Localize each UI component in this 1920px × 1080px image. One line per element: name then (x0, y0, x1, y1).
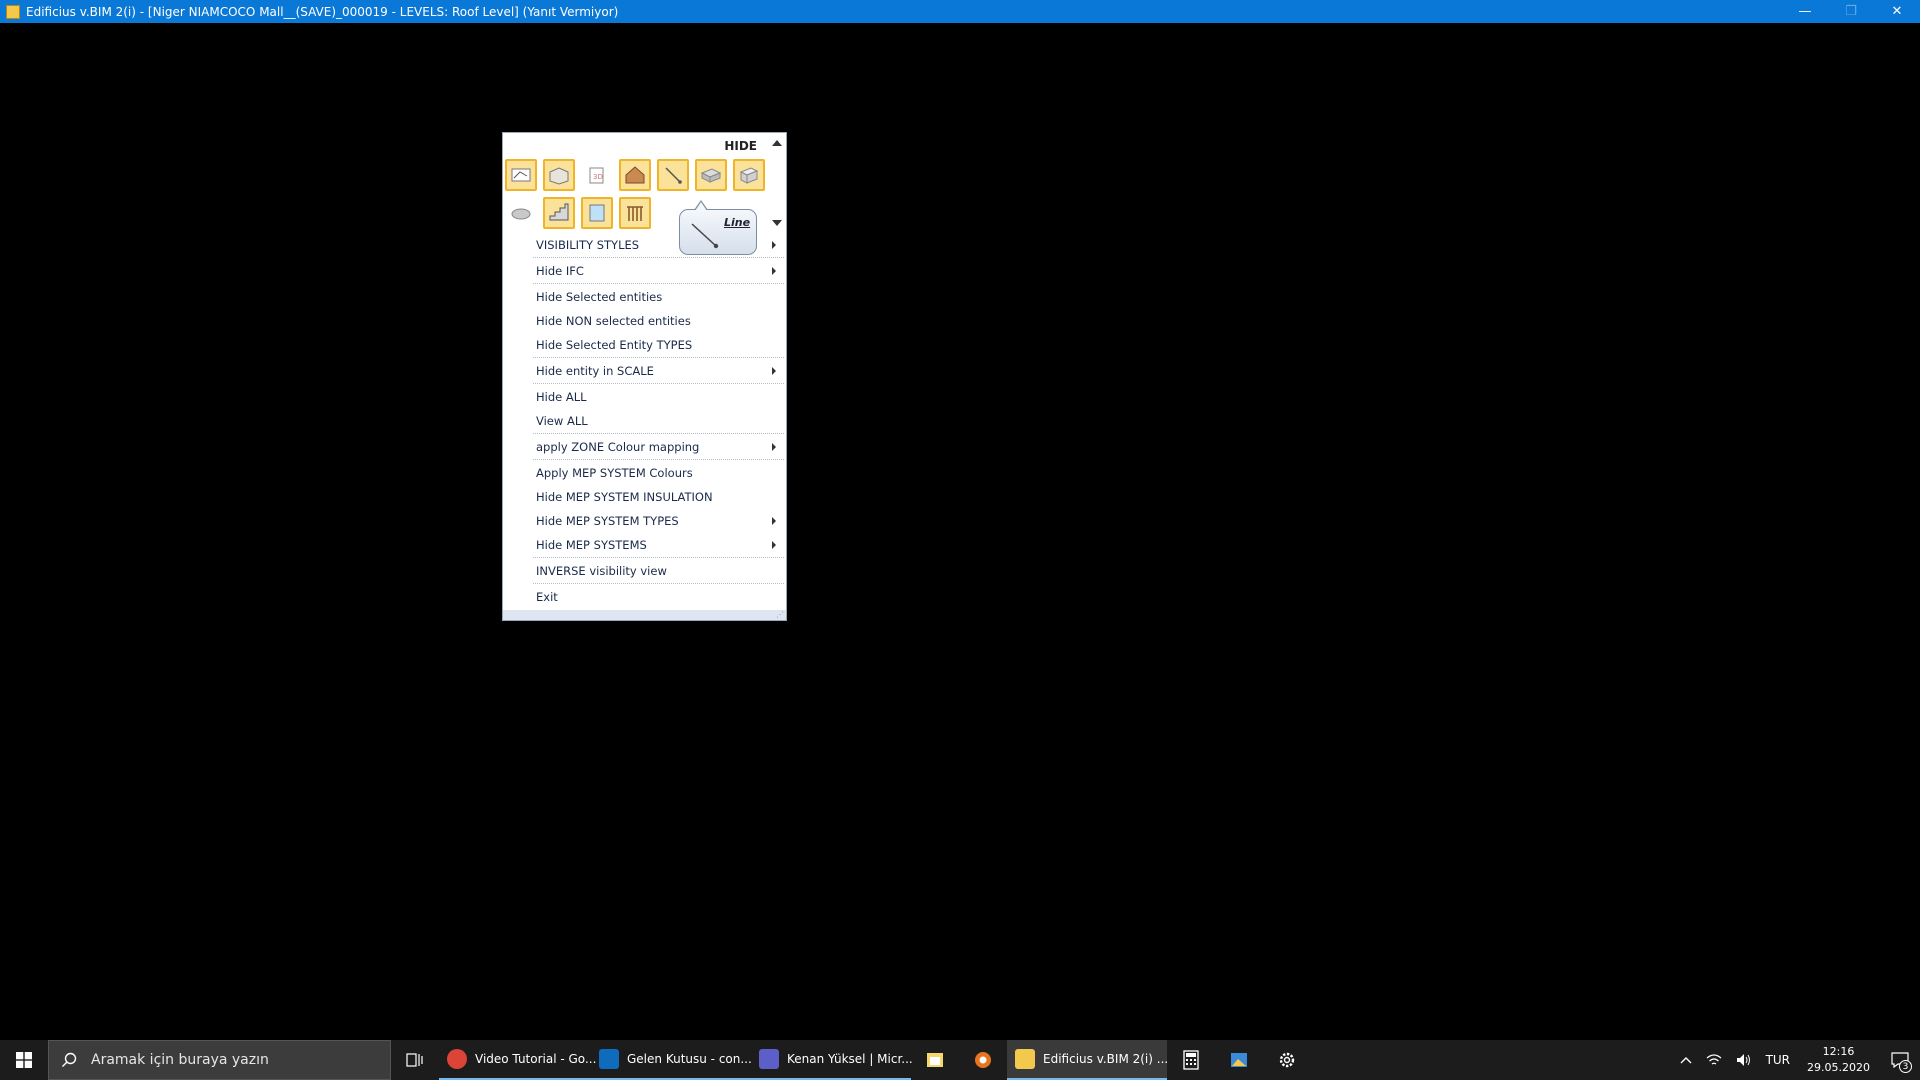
menu-item-hide-ifc[interactable]: Hide IFC (503, 259, 786, 283)
menu-title: HIDE (724, 139, 757, 153)
outlook-icon (599, 1049, 619, 1069)
hide-slab-button[interactable] (695, 159, 727, 191)
line-button[interactable] (657, 159, 689, 191)
clock-time: 12:16 (1822, 1045, 1855, 1058)
taskbar-app-teams[interactable]: Kenan Yüksel | Micr... (751, 1040, 913, 1080)
hide-roof-button[interactable] (619, 159, 651, 191)
taskbar-photos[interactable] (1215, 1040, 1263, 1080)
svg-text:3D: 3D (593, 173, 603, 181)
hide-stair-icon (549, 203, 569, 221)
close-button[interactable]: ✕ (1874, 0, 1920, 23)
taskbar-search[interactable]: Aramak için buraya yazın (48, 1040, 391, 1080)
taskbar-app-label: Gelen Kutusu - con... (627, 1052, 752, 1066)
hide-roof-icon (625, 166, 645, 184)
hide-wall-icon (739, 167, 759, 184)
window-title-bar: Edificius v.BIM 2(i) - [Niger NIAMCOCO M… (0, 0, 1920, 23)
hide-slab-icon (700, 168, 722, 183)
taskbar-pinned-app[interactable] (959, 1040, 1007, 1080)
menu-item-zone-colour-mapping[interactable]: apply ZONE Colour mapping (503, 435, 786, 459)
taskbar: Aramak için buraya yazın Video Tutorial … (0, 1040, 1920, 1080)
volume-icon[interactable] (1729, 1053, 1759, 1067)
windows-logo-icon (16, 1052, 32, 1068)
network-icon[interactable] (1699, 1053, 1729, 1067)
hide-stair-button[interactable] (543, 197, 575, 229)
hide-menu-panel: HIDE 3D Line VISIBILITY STYLES Hide IFC … (502, 132, 787, 621)
taskbar-app-outlook[interactable]: Gelen Kutusu - con... (591, 1040, 752, 1080)
hide-3d-icon: 3D (589, 167, 604, 184)
app-icon (6, 4, 20, 19)
hide-2d-icon (511, 168, 531, 182)
restore-button[interactable]: ❐ (1828, 0, 1874, 23)
edificius-icon (1015, 1049, 1035, 1069)
menu-item-hide-non-selected-entities[interactable]: Hide NON selected entities (503, 309, 786, 333)
hide-railing-button[interactable] (619, 197, 651, 229)
menu-item-hide-mep-system-types[interactable]: Hide MEP SYSTEM TYPES (503, 509, 786, 533)
calculator-icon (1183, 1050, 1199, 1070)
start-button[interactable] (0, 1040, 48, 1080)
search-placeholder: Aramak için buraya yazın (91, 1052, 269, 1068)
hide-cloud-button[interactable] (505, 197, 537, 229)
menu-item-hide-mep-system-insulation[interactable]: Hide MEP SYSTEM INSULATION (503, 485, 786, 509)
teams-icon (759, 1049, 779, 1069)
menu-item-hide-mep-systems[interactable]: Hide MEP SYSTEMS (503, 533, 786, 557)
tooltip-label: Line (724, 216, 751, 229)
menu-list: VISIBILITY STYLES Hide IFC Hide Selected… (503, 233, 786, 609)
task-view-button[interactable] (391, 1040, 439, 1080)
hide-railing-icon (627, 206, 643, 221)
gear-icon (1279, 1052, 1295, 1068)
notification-count: 3 (1899, 1060, 1912, 1073)
window-controls: — ❐ ✕ (1782, 0, 1920, 23)
menu-item-hide-all[interactable]: Hide ALL (503, 385, 786, 409)
task-view-icon (406, 1053, 423, 1067)
hide-wall-button[interactable] (733, 159, 765, 191)
file-manager-icon (927, 1053, 943, 1067)
resize-grip-icon[interactable]: ⋰ (776, 610, 784, 619)
menu-footer: ⋰ (503, 610, 786, 620)
notifications-button[interactable]: 3 (1880, 1040, 1920, 1080)
photos-icon (1231, 1053, 1247, 1067)
hide-2d-button[interactable] (505, 159, 537, 191)
menu-item-inverse-visibility-view[interactable]: INVERSE visibility view (503, 559, 786, 583)
clock[interactable]: 12:16 29.05.2020 (1797, 1044, 1880, 1076)
menu-item-hide-selected-entities[interactable]: Hide Selected entities (503, 285, 786, 309)
taskbar-pinned-files[interactable] (911, 1040, 959, 1080)
taskbar-app-chrome[interactable]: Video Tutorial - Go... (439, 1040, 596, 1080)
taskbar-app-label: Video Tutorial - Go... (475, 1052, 597, 1066)
window-title: Edificius v.BIM 2(i) - [Niger NIAMCOCO M… (26, 4, 619, 19)
hide-floor-icon (549, 167, 569, 185)
tray-expand-icon[interactable] (1673, 1056, 1699, 1064)
taskbar-calculator[interactable] (1167, 1040, 1215, 1080)
menu-item-visibility-styles[interactable]: VISIBILITY STYLES (503, 233, 786, 257)
tooltip-arrow-inner (695, 202, 707, 211)
hide-window-button[interactable] (581, 197, 613, 229)
menu-item-apply-mep-system-colours[interactable]: Apply MEP SYSTEM Colours (503, 461, 786, 485)
menu-item-hide-selected-entity-types[interactable]: Hide Selected Entity TYPES (503, 333, 786, 357)
taskbar-app-label: Kenan Yüksel | Micr... (787, 1052, 913, 1066)
language-indicator[interactable]: TUR (1759, 1053, 1797, 1067)
hide-window-icon (589, 204, 605, 222)
menu-item-exit[interactable]: Exit (503, 585, 786, 609)
hide-3d-button[interactable]: 3D (581, 159, 613, 191)
clock-date: 29.05.2020 (1807, 1061, 1870, 1074)
system-tray: TUR 12:16 29.05.2020 3 (1673, 1040, 1920, 1080)
taskbar-settings[interactable] (1263, 1040, 1311, 1080)
search-icon (62, 1052, 77, 1067)
menu-item-view-all[interactable]: View ALL (503, 409, 786, 433)
scroll-up-icon[interactable] (772, 140, 782, 146)
hide-cloud-icon (511, 208, 531, 220)
minimize-button[interactable]: — (1782, 0, 1828, 23)
chrome-icon (447, 1049, 467, 1069)
taskbar-app-label: Edificius v.BIM 2(i) ... (1043, 1052, 1169, 1066)
app-gear-orange-icon (975, 1052, 991, 1068)
menu-header: HIDE (503, 133, 786, 157)
taskbar-app-edificius[interactable]: Edificius v.BIM 2(i) ... (1007, 1040, 1169, 1080)
hide-floor-button[interactable] (543, 159, 575, 191)
line-icon (665, 167, 682, 184)
menu-item-hide-entity-in-scale[interactable]: Hide entity in SCALE (503, 359, 786, 383)
scroll-down-icon[interactable] (772, 220, 782, 226)
